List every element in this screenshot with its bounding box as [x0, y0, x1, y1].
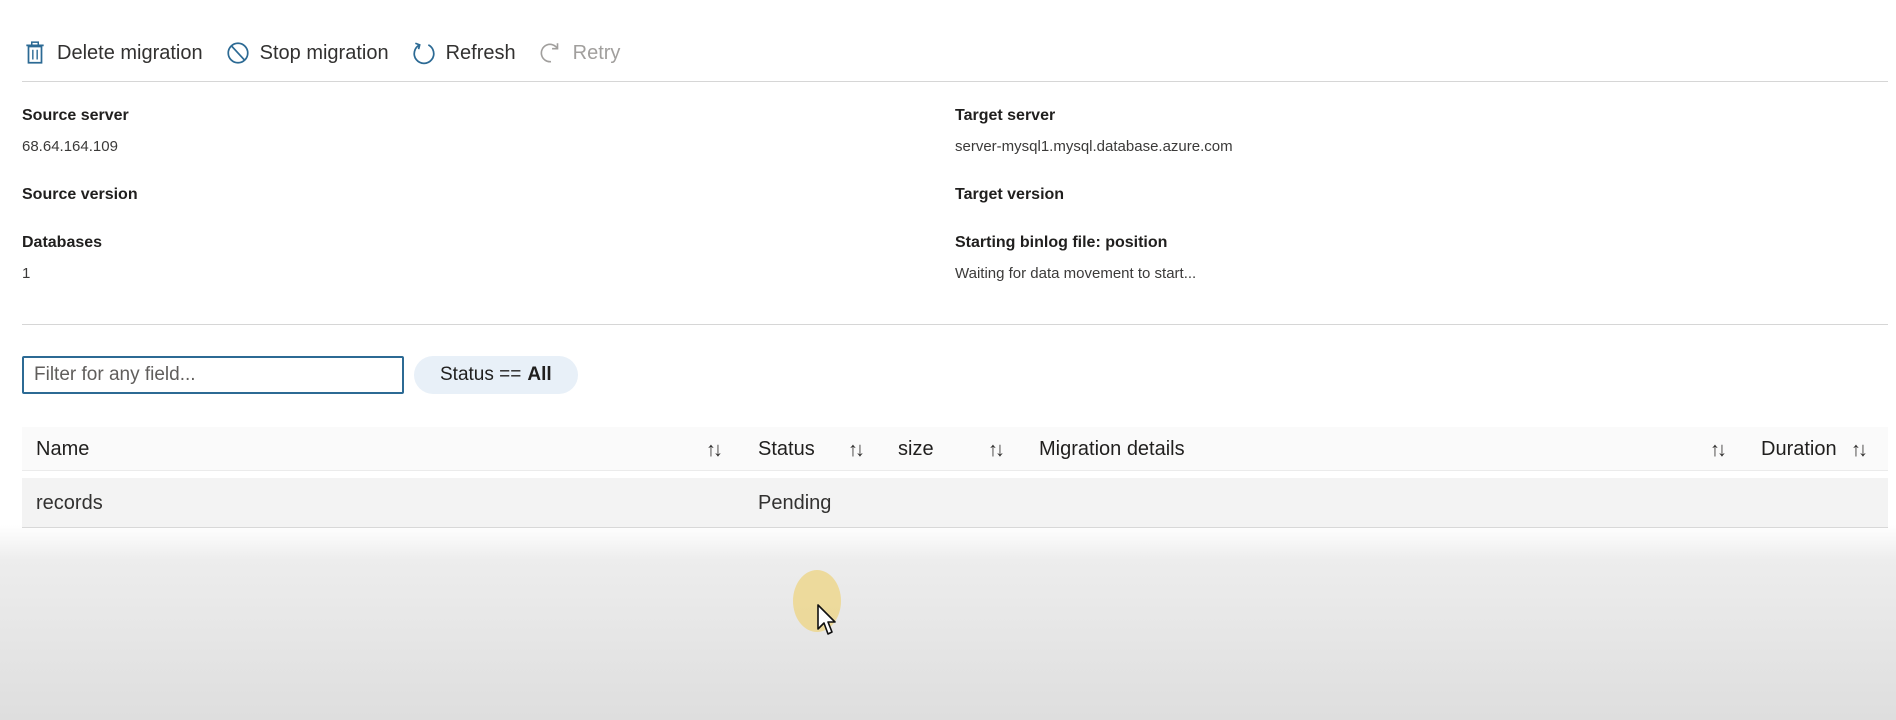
- sort-icon[interactable]: ↑↓: [1710, 427, 1727, 471]
- binlog-value: Waiting for data movement to start...: [955, 265, 1197, 282]
- refresh-button[interactable]: Refresh: [411, 40, 516, 66]
- delete-migration-label: Delete migration: [57, 41, 203, 64]
- retry-button[interactable]: Retry: [538, 40, 621, 66]
- databases-value: 1: [22, 265, 31, 282]
- trash-icon: [26, 41, 44, 64]
- target-version-label: Target version: [955, 186, 1065, 203]
- source-version-label: Source version: [22, 186, 138, 203]
- column-header-duration[interactable]: Duration: [1761, 427, 1837, 471]
- refresh-icon: [413, 42, 435, 65]
- refresh-label: Refresh: [445, 41, 516, 64]
- stop-migration-button[interactable]: Stop migration: [225, 40, 389, 66]
- target-server-value: server-mysql1.mysql.database.azure.com: [955, 138, 1233, 155]
- column-header-migration-details[interactable]: Migration details: [1039, 427, 1185, 471]
- mouse-cursor-icon: [817, 604, 836, 635]
- toolbar-divider: [22, 81, 1888, 82]
- filter-input[interactable]: [22, 356, 404, 394]
- binlog-label: Starting binlog file: position: [955, 234, 1168, 251]
- databases-label: Databases: [22, 234, 103, 251]
- grid-header: Name ↑↓ Status ↑↓ size ↑↓ Migration deta…: [22, 427, 1888, 471]
- table-row[interactable]: records Pending: [22, 478, 1888, 528]
- row-name-cell: records: [36, 492, 103, 514]
- sort-icon[interactable]: ↑↓: [988, 427, 1005, 471]
- retry-label: Retry: [572, 41, 621, 64]
- command-bar: Delete migration Stop migration Refresh …: [22, 30, 620, 76]
- target-server-label: Target server: [955, 107, 1056, 124]
- status-filter-value: All: [527, 364, 552, 385]
- sort-icon[interactable]: ↑↓: [706, 427, 723, 471]
- column-header-status[interactable]: Status: [758, 427, 815, 471]
- status-filter-prefix: Status ==: [440, 364, 522, 385]
- sort-icon[interactable]: ↑↓: [1851, 427, 1868, 471]
- source-server-label: Source server: [22, 107, 129, 124]
- source-server-value: 68.64.164.109: [22, 138, 118, 155]
- delete-migration-button[interactable]: Delete migration: [22, 40, 203, 66]
- sort-icon[interactable]: ↑↓: [848, 427, 865, 471]
- details-divider: [22, 324, 1888, 325]
- row-status-cell: Pending: [758, 492, 832, 514]
- block-icon: [227, 42, 249, 64]
- retry-icon: [540, 43, 558, 63]
- stop-migration-label: Stop migration: [259, 41, 389, 64]
- column-header-name[interactable]: Name: [36, 427, 89, 471]
- column-header-size[interactable]: size: [898, 427, 934, 471]
- status-filter-pill[interactable]: Status == All: [414, 356, 578, 394]
